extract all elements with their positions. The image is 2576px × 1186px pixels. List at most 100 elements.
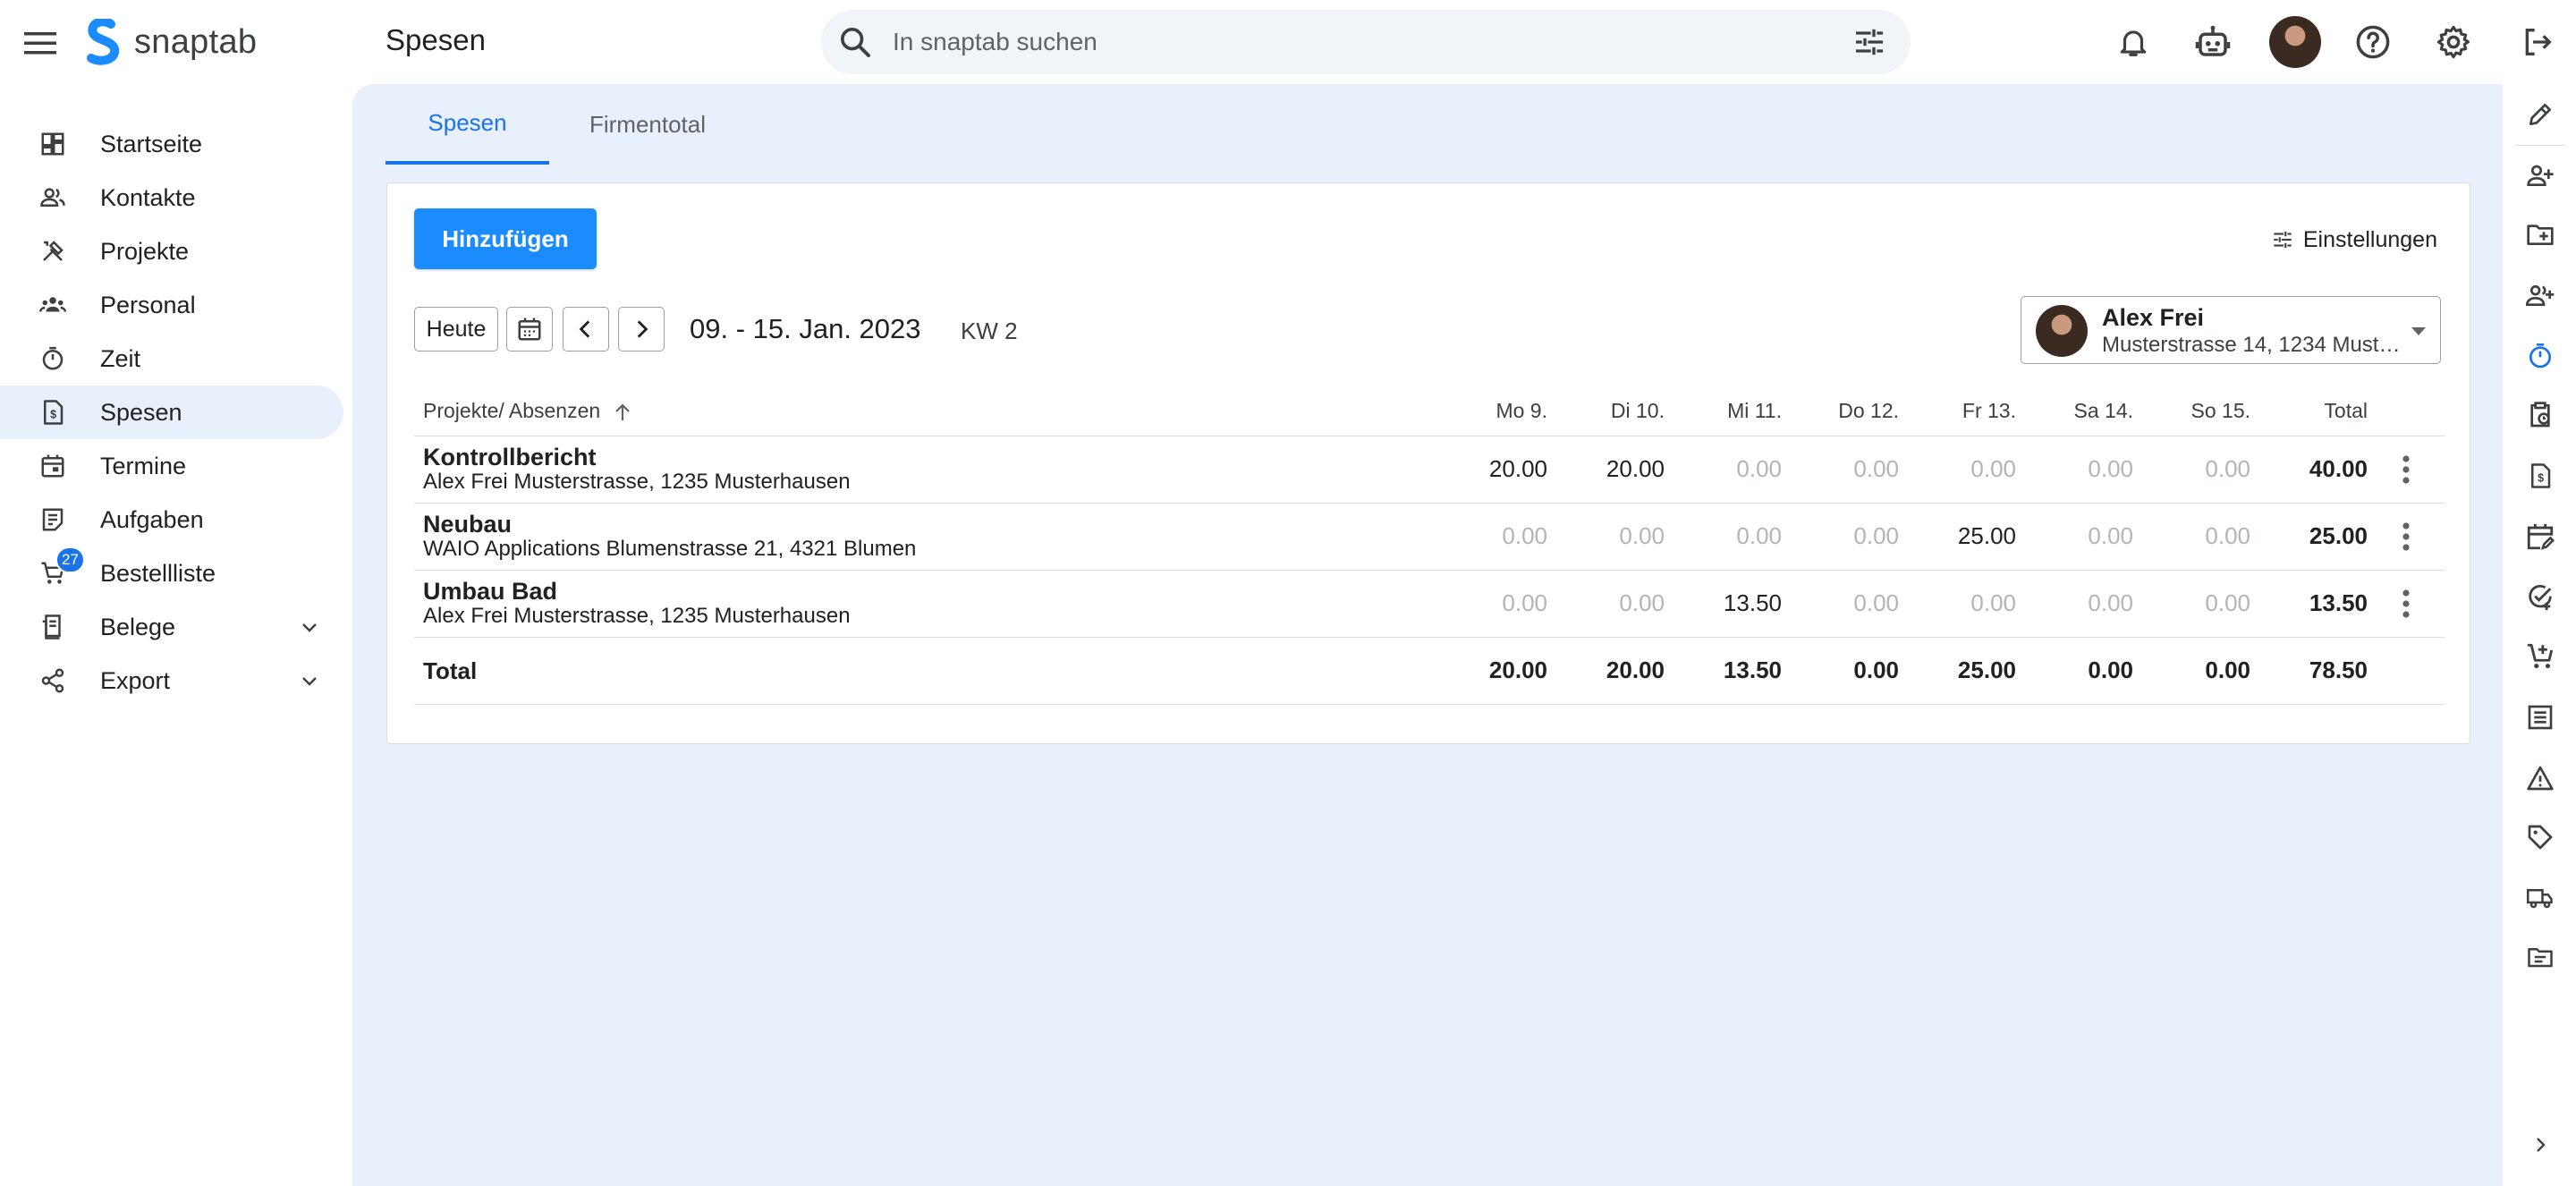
row-menu-button[interactable] xyxy=(2373,436,2445,504)
app-name: snaptab xyxy=(134,22,258,61)
day-value[interactable]: 0.00 xyxy=(1553,503,1670,571)
row-total: 25.00 xyxy=(2256,503,2373,571)
delivery-truck-icon[interactable] xyxy=(2524,882,2556,914)
today-button[interactable]: Heute xyxy=(414,307,498,352)
previous-week-button[interactable] xyxy=(563,307,609,352)
day-value[interactable]: 0.00 xyxy=(1787,436,1904,504)
tab-spesen[interactable]: Spesen xyxy=(386,84,549,165)
timer-active-icon[interactable] xyxy=(2524,340,2556,372)
help-icon[interactable] xyxy=(2349,18,2397,66)
day-value[interactable]: 0.00 xyxy=(2139,503,2256,571)
day-value[interactable]: 0.00 xyxy=(2139,570,2256,638)
sidebar-item-export[interactable]: Export xyxy=(0,654,343,707)
sidebar-item-label: Export xyxy=(100,666,171,694)
calendar-edit-icon[interactable] xyxy=(2524,521,2556,553)
sidebar-item-personal[interactable]: Personal xyxy=(0,278,343,332)
table-row[interactable]: Neubau WAIO Applications Blumenstrasse 2… xyxy=(414,503,2445,571)
column-header-sa: Sa 14. xyxy=(2021,387,2139,436)
table-row[interactable]: Kontrollbericht Alex Frei Musterstrasse,… xyxy=(414,436,2445,504)
group-add-icon[interactable] xyxy=(2524,279,2556,311)
day-value[interactable]: 0.00 xyxy=(1904,570,2021,638)
add-cart-icon[interactable] xyxy=(2524,640,2556,673)
day-value[interactable]: 0.00 xyxy=(1787,503,1904,571)
robot-assistant-icon[interactable] xyxy=(2189,18,2237,66)
add-folder-icon[interactable] xyxy=(2524,218,2556,250)
task-done-icon[interactable] xyxy=(2524,581,2556,614)
sidebar-item-label: Belege xyxy=(100,613,176,640)
person-select[interactable]: Alex Frei Musterstrasse 14, 1234 Musterh… xyxy=(2021,296,2441,364)
row-menu-button[interactable] xyxy=(2373,503,2445,571)
table-row[interactable]: Umbau Bad Alex Frei Musterstrasse, 1235 … xyxy=(414,570,2445,638)
day-value[interactable]: 13.50 xyxy=(1670,570,1787,638)
settings-button[interactable]: Einstellungen xyxy=(2271,217,2437,262)
project-subtitle: WAIO Applications Blumenstrasse 21, 4321… xyxy=(423,537,1430,562)
sidebar-item-zeit[interactable]: Zeit xyxy=(0,332,343,385)
list-document-icon[interactable] xyxy=(2524,701,2556,733)
filter-tune-icon[interactable] xyxy=(1852,24,1887,60)
day-value[interactable]: 0.00 xyxy=(1553,570,1670,638)
sidebar: Startseite Kontakte Projekte Personal Ze… xyxy=(0,84,352,1186)
menu-icon[interactable] xyxy=(20,22,61,64)
user-avatar[interactable] xyxy=(2269,16,2321,68)
chevron-down-icon[interactable] xyxy=(299,670,320,691)
right-toolbar: $ xyxy=(2503,84,2576,1186)
app-logo[interactable]: snaptab xyxy=(86,19,257,65)
sidebar-item-spesen[interactable]: $ Spesen xyxy=(0,385,343,439)
day-value[interactable]: 0.00 xyxy=(1436,503,1553,571)
day-value[interactable]: 0.00 xyxy=(2021,570,2139,638)
project-cell: Umbau Bad Alex Frei Musterstrasse, 1235 … xyxy=(414,570,1436,638)
chevron-right-icon[interactable] xyxy=(2524,1129,2556,1161)
calendar-icon xyxy=(41,454,64,478)
notifications-icon[interactable] xyxy=(2109,18,2157,66)
warning-icon[interactable] xyxy=(2524,762,2556,794)
settings-gear-icon[interactable] xyxy=(2429,18,2478,66)
sidebar-item-aufgaben[interactable]: Aufgaben xyxy=(0,493,343,546)
folder-list-icon[interactable] xyxy=(2524,941,2556,973)
day-total: 0.00 xyxy=(1787,637,1904,705)
day-value[interactable]: 0.00 xyxy=(2139,436,2256,504)
clipboard-time-icon[interactable] xyxy=(2524,399,2556,431)
date-picker-button[interactable] xyxy=(506,307,553,352)
search-input[interactable] xyxy=(893,22,1787,62)
search-bar xyxy=(821,10,1911,74)
edit-pencil-icon[interactable] xyxy=(2524,98,2556,131)
day-total: 13.50 xyxy=(1670,637,1787,705)
sidebar-item-belege[interactable]: Belege xyxy=(0,600,343,654)
column-header-do: Do 12. xyxy=(1787,387,1904,436)
tab-firmentotal[interactable]: Firmentotal xyxy=(567,84,728,165)
settings-label: Einstellungen xyxy=(2302,226,2437,252)
day-value[interactable]: 0.00 xyxy=(1436,570,1553,638)
sort-ascending-icon[interactable] xyxy=(614,402,631,422)
tag-icon[interactable] xyxy=(2524,821,2556,853)
person-name: Alex Frei xyxy=(2102,304,2205,331)
day-value[interactable]: 25.00 xyxy=(1904,503,2021,571)
search-icon[interactable] xyxy=(837,24,873,60)
chevron-down-icon[interactable] xyxy=(299,616,320,638)
sidebar-item-startseite[interactable]: Startseite xyxy=(0,117,343,171)
day-value[interactable]: 20.00 xyxy=(1553,436,1670,504)
sidebar-item-projekte[interactable]: Projekte xyxy=(0,224,343,278)
sidebar-item-termine[interactable]: Termine xyxy=(0,439,343,493)
sidebar-item-kontakte[interactable]: Kontakte xyxy=(0,171,343,224)
add-button[interactable]: Hinzufügen xyxy=(414,208,597,269)
day-value[interactable]: 0.00 xyxy=(1904,436,2021,504)
project-address: Musterstrasse, 1235 Musterhausen xyxy=(513,469,851,494)
calendar-week: KW 2 xyxy=(961,318,1018,344)
day-value[interactable]: 0.00 xyxy=(1787,570,1904,638)
column-header-project[interactable]: Projekte/ Absenzen xyxy=(414,387,1436,436)
main-content: Spesen Firmentotal Hinzufügen Einstellun… xyxy=(352,84,2503,1186)
next-week-button[interactable] xyxy=(618,307,665,352)
receipt-icon[interactable]: $ xyxy=(2524,460,2556,492)
sidebar-item-bestellliste[interactable]: 27 Bestellliste xyxy=(0,546,343,600)
row-menu-button[interactable] xyxy=(2373,570,2445,638)
sidebar-item-label: Termine xyxy=(100,452,187,479)
day-value[interactable]: 20.00 xyxy=(1436,436,1553,504)
day-value[interactable]: 0.00 xyxy=(2021,503,2139,571)
total-label: Total xyxy=(414,637,1436,705)
logout-icon[interactable] xyxy=(2513,18,2562,66)
day-value[interactable]: 0.00 xyxy=(1670,436,1787,504)
more-vert-icon xyxy=(2402,589,2410,618)
add-person-icon[interactable] xyxy=(2524,159,2556,191)
day-value[interactable]: 0.00 xyxy=(2021,436,2139,504)
day-value[interactable]: 0.00 xyxy=(1670,503,1787,571)
